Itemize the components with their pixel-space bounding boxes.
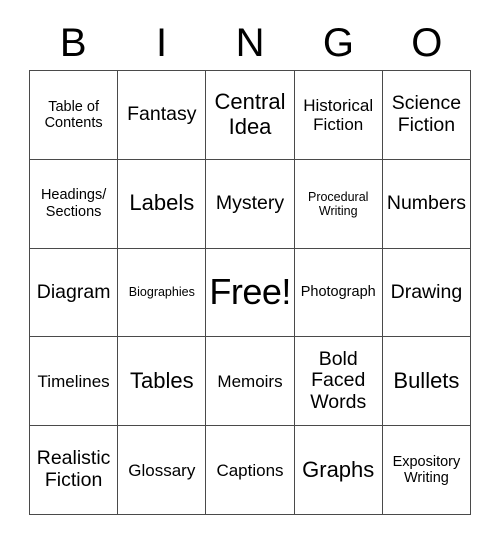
bingo-cell[interactable]: Fantasy: [118, 71, 207, 160]
bingo-cell-label: Mystery: [215, 191, 285, 214]
bingo-cell[interactable]: Procedural Writing: [294, 159, 383, 249]
bingo-cell-label: Historical Fiction: [303, 95, 374, 134]
bingo-cell-free[interactable]: Free!: [206, 248, 295, 338]
bingo-cell[interactable]: Bold Faced Words: [294, 337, 383, 427]
bingo-cell[interactable]: Central Idea: [206, 71, 295, 160]
bingo-row: Realistic Fiction Glossary Captions Grap…: [30, 426, 472, 515]
bingo-cell[interactable]: Table of Contents: [30, 71, 119, 160]
bingo-cell[interactable]: Graphs: [294, 426, 383, 515]
header-letter-g: G: [322, 21, 354, 65]
bingo-cell[interactable]: Biographies: [118, 248, 207, 338]
bingo-cell[interactable]: Mystery: [206, 159, 295, 249]
bingo-cell-label: Realistic Fiction: [36, 447, 111, 492]
bingo-cell-label: Science Fiction: [391, 92, 462, 136]
bingo-cell[interactable]: Science Fiction: [382, 71, 472, 160]
header-letter-b: B: [59, 21, 87, 65]
bingo-cell-label: Bullets: [393, 367, 460, 393]
bingo-cell-label: Headings/ Sections: [40, 187, 107, 220]
bingo-cell[interactable]: Timelines: [30, 337, 119, 427]
bingo-cell[interactable]: Expository Writing: [382, 426, 472, 515]
bingo-cell[interactable]: Headings/ Sections: [30, 159, 119, 249]
bingo-cell-label: Tables: [130, 367, 194, 393]
bingo-cell-label: Numbers: [386, 191, 466, 214]
bingo-cell-label: Central Idea: [214, 89, 286, 139]
bingo-row: Table of Contents Fantasy Central Idea H…: [30, 71, 472, 160]
bingo-cell[interactable]: Numbers: [382, 159, 472, 249]
bingo-cell[interactable]: Tables: [118, 337, 207, 427]
bingo-grid: Table of Contents Fantasy Central Idea H…: [29, 70, 472, 515]
bingo-cell-label: Diagram: [36, 280, 111, 303]
bingo-cell-label: Captions: [216, 460, 284, 480]
bingo-cell-label: Glossary: [128, 460, 196, 480]
bingo-cell[interactable]: Glossary: [118, 426, 207, 515]
bingo-row: Diagram Biographies Free! Photograph Dra…: [30, 248, 472, 338]
bingo-cell-label: Free!: [209, 271, 291, 313]
header-letter-i: I: [156, 21, 168, 65]
bingo-cell[interactable]: Photograph: [294, 248, 383, 338]
bingo-cell-label: Drawing: [390, 280, 463, 303]
bingo-header: B I N G O: [29, 16, 471, 70]
bingo-cell-label: Biographies: [128, 285, 195, 300]
bingo-cell[interactable]: Memoirs: [206, 337, 295, 427]
bingo-cell-label: Graphs: [302, 456, 375, 482]
bingo-cell[interactable]: Labels: [118, 159, 207, 249]
bingo-row: Headings/ Sections Labels Mystery Proced…: [30, 159, 472, 249]
bingo-cell-label: Table of Contents: [44, 98, 103, 131]
bingo-cell[interactable]: Historical Fiction: [294, 71, 383, 160]
header-letter-n: N: [235, 21, 265, 65]
bingo-cell-label: Labels: [129, 190, 195, 216]
bingo-cell[interactable]: Diagram: [30, 248, 119, 338]
header-letter-o: O: [411, 21, 443, 65]
bingo-card: B I N G O Table of Contents Fantasy Cent…: [0, 0, 500, 544]
bingo-cell-label: Photograph: [300, 284, 376, 301]
bingo-cell-label: Timelines: [37, 371, 110, 391]
bingo-cell-label: Procedural Writing: [307, 189, 369, 218]
bingo-cell[interactable]: Bullets: [382, 337, 472, 427]
bingo-cell-label: Bold Faced Words: [310, 347, 367, 414]
bingo-row: Timelines Tables Memoirs Bold Faced Word…: [30, 337, 472, 427]
bingo-cell[interactable]: Realistic Fiction: [30, 426, 119, 515]
bingo-cell[interactable]: Captions: [206, 426, 295, 515]
bingo-cell-label: Expository Writing: [392, 453, 461, 487]
bingo-cell[interactable]: Drawing: [382, 248, 472, 338]
bingo-cell-label: Fantasy: [127, 102, 197, 125]
bingo-cell-label: Memoirs: [217, 371, 283, 391]
